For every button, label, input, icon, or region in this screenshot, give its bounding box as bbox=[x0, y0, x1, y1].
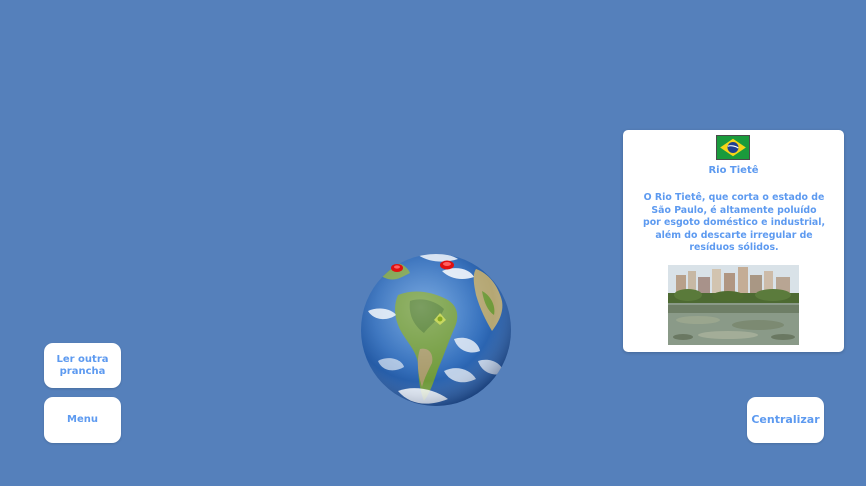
location-marker-icon[interactable] bbox=[438, 259, 456, 271]
brazil-flag-icon bbox=[716, 135, 750, 160]
location-marker-icon[interactable] bbox=[432, 312, 448, 326]
info-panel: Rio Tietê O Rio Tietê, que corta o estad… bbox=[623, 130, 844, 352]
game-scene: Ler outra prancha Menu Centralizar Rio T… bbox=[0, 0, 866, 486]
earth-globe[interactable] bbox=[358, 251, 514, 409]
info-title: Rio Tietê bbox=[708, 165, 759, 176]
center-button[interactable]: Centralizar bbox=[747, 397, 824, 443]
read-another-board-button[interactable]: Ler outra prancha bbox=[44, 343, 121, 388]
info-description: O Rio Tietê, que corta o estado de São P… bbox=[642, 192, 826, 254]
menu-button[interactable]: Menu bbox=[44, 397, 121, 443]
location-marker-icon[interactable] bbox=[389, 262, 405, 274]
polluted-river-photo bbox=[668, 265, 799, 345]
